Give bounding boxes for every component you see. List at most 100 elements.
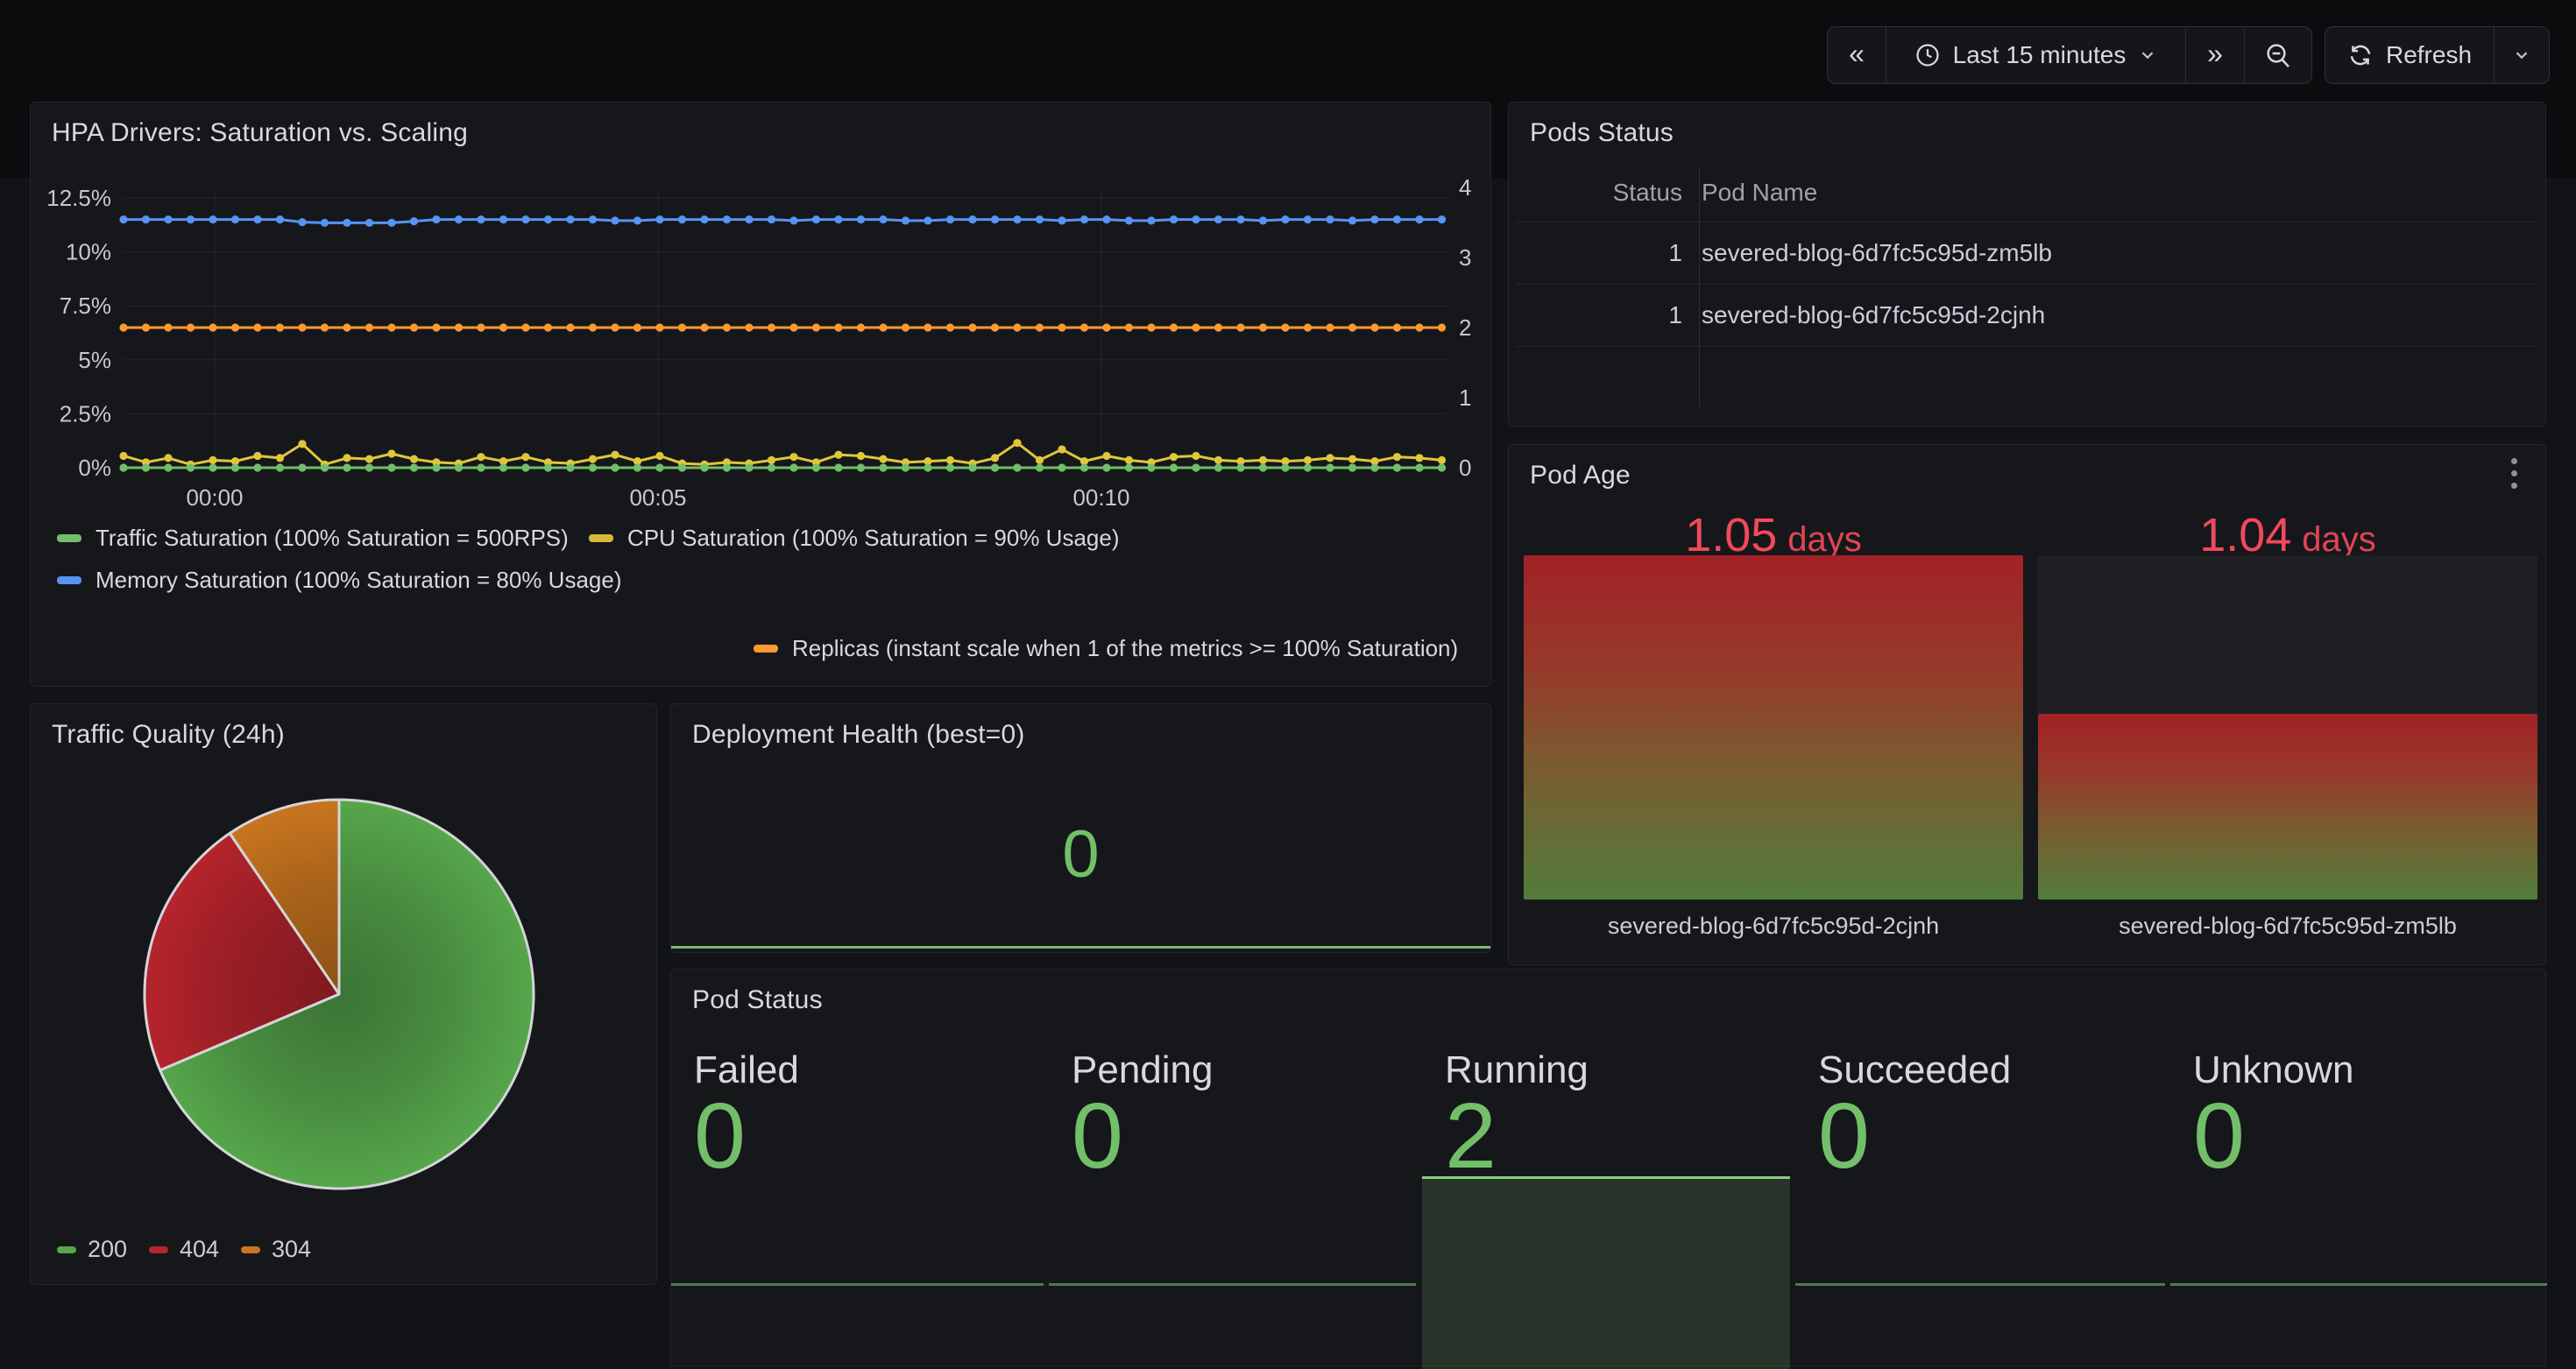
chevrons-left-icon: « (1849, 39, 1865, 71)
series-point (142, 463, 150, 471)
stat-value: 0 (694, 1090, 746, 1182)
series-point (1170, 453, 1178, 461)
series-point (253, 215, 261, 223)
panel-title[interactable]: Pods Status (1530, 118, 1674, 148)
series-point (1348, 463, 1356, 471)
series-point (1326, 454, 1334, 462)
series-point (499, 463, 507, 471)
panel-pods-status: Pods Status Status Pod Name 1 severed-blo… (1508, 102, 2546, 427)
series-point (187, 215, 195, 223)
panel-pod-status: Pod Status Failed0Pending0Running2Succee… (670, 969, 2546, 1366)
x-axis-tick: 00:10 (1072, 484, 1129, 511)
x-axis-tick: 00:05 (629, 484, 686, 511)
time-shift-forward-button[interactable]: » (2185, 27, 2244, 83)
pod-name-label: severed-blog-6d7fc5c95d-2cjnh (1524, 913, 2023, 940)
series-point (902, 463, 909, 471)
series-point (253, 323, 261, 331)
column-divider (1699, 167, 1700, 407)
series-point (119, 323, 127, 331)
series-point (298, 463, 306, 471)
column-header-status[interactable]: Status (1516, 164, 1682, 222)
series-point (1080, 463, 1088, 471)
legend-item[interactable]: CPU Saturation (100% Saturation = 90% Us… (589, 525, 1119, 552)
series-point (1281, 215, 1289, 223)
cell-status: 1 (1516, 285, 1682, 346)
series-point (1036, 463, 1044, 471)
series-point (1259, 463, 1267, 471)
series-point (477, 215, 485, 223)
pod-age-gauge: 1.05dayssevered-blog-6d7fc5c95d-2cjnh (1524, 445, 2023, 966)
panel-hpa-drivers: HPA Drivers: Saturation vs. Scaling 12.5… (30, 102, 1491, 687)
series-point (633, 463, 641, 471)
series-point (1438, 456, 1446, 464)
series-point (812, 463, 820, 471)
series-point (499, 323, 507, 331)
series-point (566, 463, 574, 471)
series-point (231, 323, 239, 331)
time-shift-back-button[interactable]: « (1828, 27, 1886, 83)
series-point (432, 323, 440, 331)
y-axis-left-tick: 5% (78, 347, 111, 373)
stat-cell-running: Running2 (1422, 970, 1790, 1365)
series-point (365, 463, 373, 471)
stat-sparkline (671, 1283, 1044, 1286)
time-range-picker-button[interactable]: Last 15 minutes (1886, 27, 2185, 83)
series-point (879, 323, 887, 331)
series-point (1036, 456, 1044, 464)
series-point (1326, 323, 1334, 331)
series-point (544, 215, 552, 223)
legend-item[interactable]: 404 (149, 1236, 219, 1263)
series-point (1013, 323, 1021, 331)
series-point (1438, 463, 1446, 471)
series-point (1058, 216, 1065, 224)
series-point (477, 453, 485, 461)
pods-table: Status Pod Name 1 severed-blog-6d7fc5c95d… (1516, 164, 2538, 347)
series-point (789, 323, 797, 331)
series-point (276, 463, 284, 471)
deployment-health-sparkline (671, 946, 1490, 949)
pod-age-gauge: 1.04dayssevered-blog-6d7fc5c95d-zm5lb (2038, 445, 2537, 966)
refresh-button[interactable]: Refresh (2325, 27, 2494, 83)
legend-label: 200 (88, 1236, 127, 1263)
series-point (1415, 323, 1423, 331)
zoom-out-time-button[interactable] (2244, 27, 2311, 83)
series-point (812, 215, 820, 223)
series-point (700, 323, 708, 331)
legend-swatch-icon (754, 645, 778, 653)
series-point (298, 218, 306, 226)
series-point (611, 451, 619, 459)
pod-age-value: 1.04days (2038, 508, 2537, 562)
series-point (164, 215, 172, 223)
series-point (298, 323, 306, 331)
series-point (968, 215, 976, 223)
series-point (857, 463, 865, 471)
legend-item[interactable]: 200 (57, 1236, 127, 1263)
series-point (633, 216, 641, 224)
refresh-interval-dropdown[interactable] (2494, 27, 2549, 83)
series-point (1348, 455, 1356, 463)
series-point (1415, 215, 1423, 223)
series-point (1214, 323, 1222, 331)
legend-item[interactable]: Traffic Saturation (100% Saturation = 50… (57, 525, 569, 552)
series-point (521, 463, 529, 471)
legend-item[interactable]: Memory Saturation (100% Saturation = 80%… (57, 567, 621, 594)
legend-item[interactable]: 304 (241, 1236, 311, 1263)
legend-label: Traffic Saturation (100% Saturation = 50… (96, 525, 569, 552)
series-point (924, 216, 931, 224)
series-point (991, 463, 999, 471)
panel-title[interactable]: Deployment Health (best=0) (692, 720, 1025, 750)
cell-pod-name: severed-blog-6d7fc5c95d-2cjnh (1702, 285, 2538, 346)
pod-age-unit: days (1787, 520, 1862, 560)
series-point (187, 463, 195, 471)
series-point (1080, 215, 1088, 223)
series-point (432, 215, 440, 223)
series-point (1438, 215, 1446, 223)
series-point (700, 215, 708, 223)
traffic-quality-pie-chart (31, 704, 658, 1221)
series-point (1080, 323, 1088, 331)
legend-item[interactable]: Replicas (instant scale when 1 of the me… (754, 635, 1458, 662)
chevrons-right-icon: » (2207, 39, 2223, 71)
series-point (1102, 215, 1110, 223)
column-header-pod-name[interactable]: Pod Name (1702, 164, 2538, 222)
stat-value: 0 (2193, 1090, 2245, 1182)
